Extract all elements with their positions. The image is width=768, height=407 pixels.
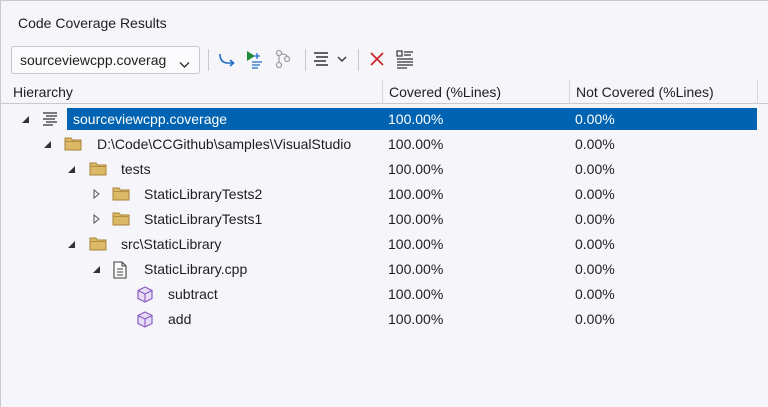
- row-not-covered-value: 0.00%: [575, 236, 615, 252]
- expanded-arrow-icon[interactable]: [66, 164, 76, 174]
- row-name: D:\Code\CCGithub\samples\VisualStudio: [97, 136, 352, 152]
- row-not-covered-value: 0.00%: [575, 186, 615, 202]
- tree-row[interactable]: add 100.00% 0.00%: [1, 307, 768, 332]
- row-covered-value: 100.00%: [388, 236, 444, 252]
- row-not-covered-value: 0.00%: [575, 111, 615, 127]
- method-icon: [137, 311, 155, 328]
- coverage-coloring-button[interactable]: [391, 46, 419, 74]
- row-not-covered-value: 0.00%: [575, 136, 615, 152]
- tree-row[interactable]: StaticLibraryTests1 100.00% 0.00%: [1, 207, 768, 232]
- row-name: src\StaticLibrary: [121, 236, 222, 252]
- folder-icon: [112, 186, 130, 202]
- folder-icon: [64, 136, 82, 152]
- tree-row[interactable]: src\StaticLibrary 100.00% 0.00%: [1, 232, 768, 257]
- expanded-arrow-icon[interactable]: [66, 239, 76, 249]
- folder-icon: [89, 236, 107, 252]
- sort-options-button[interactable]: [310, 46, 350, 74]
- coverage-file-select-value: sourceviewcpp.coverag: [20, 52, 167, 68]
- folder-icon: [89, 161, 107, 177]
- tree-row[interactable]: tests 100.00% 0.00%: [1, 157, 768, 182]
- toolbar-separator: [358, 49, 359, 71]
- row-name: subtract: [168, 286, 218, 302]
- collapsed-arrow-icon[interactable]: [91, 214, 101, 224]
- method-icon: [137, 286, 155, 303]
- row-covered-value: 100.00%: [388, 261, 444, 277]
- row-name: sourceviewcpp.coverage: [73, 111, 228, 127]
- row-name: tests: [121, 161, 151, 177]
- merge-results-button[interactable]: [269, 46, 297, 74]
- row-not-covered-value: 0.00%: [575, 211, 615, 227]
- row-covered-value: 100.00%: [388, 161, 444, 177]
- window-title: Code Coverage Results: [18, 15, 167, 31]
- toolbar-separator: [208, 49, 209, 71]
- row-not-covered-value: 0.00%: [575, 311, 615, 327]
- import-results-button[interactable]: [213, 46, 241, 74]
- toolbar: sourceviewcpp.coverag: [11, 46, 761, 74]
- sort-options-icon: [312, 50, 348, 71]
- run-tests-icon: [244, 49, 266, 72]
- expanded-arrow-icon[interactable]: [91, 264, 101, 274]
- expanded-arrow-icon[interactable]: [20, 114, 30, 124]
- row-name: StaticLibrary.cpp: [144, 261, 248, 277]
- coverage-coloring-icon: [395, 49, 415, 72]
- row-not-covered-value: 0.00%: [575, 161, 615, 177]
- collapsed-arrow-icon[interactable]: [91, 189, 101, 199]
- row-not-covered-value: 0.00%: [575, 286, 615, 302]
- document-icon: [112, 261, 130, 279]
- folder-icon: [112, 211, 130, 227]
- delete-results-icon: [369, 51, 385, 70]
- row-covered-value: 100.00%: [388, 111, 444, 127]
- row-covered-value: 100.00%: [388, 211, 444, 227]
- delete-results-button[interactable]: [363, 46, 391, 74]
- import-results-icon: [217, 50, 237, 71]
- column-header-hierarchy[interactable]: Hierarchy: [1, 80, 383, 104]
- merge-results-icon: [274, 49, 292, 72]
- tree-row[interactable]: subtract 100.00% 0.00%: [1, 282, 768, 307]
- run-tests-button[interactable]: [241, 46, 269, 74]
- chevron-down-icon: [179, 56, 190, 72]
- coverage-grid: Hierarchy Covered (%Lines) Not Covered (…: [1, 80, 768, 407]
- row-covered-value: 100.00%: [388, 186, 444, 202]
- tree-row[interactable]: D:\Code\CCGithub\samples\VisualStudio 100…: [1, 132, 768, 157]
- coverage-file-icon: [41, 111, 59, 127]
- row-name: StaticLibraryTests1: [144, 211, 263, 227]
- grid-rows: sourceviewcpp.coverage 100.00% 0.00% D:\Cod…: [1, 107, 768, 332]
- tree-row[interactable]: sourceviewcpp.coverage 100.00% 0.00%: [1, 107, 768, 132]
- column-header-not-covered[interactable]: Not Covered (%Lines): [570, 80, 758, 104]
- row-name: add: [168, 311, 192, 327]
- grid-header: Hierarchy Covered (%Lines) Not Covered (…: [1, 80, 768, 104]
- tree-row[interactable]: StaticLibraryTests2 100.00% 0.00%: [1, 182, 768, 207]
- row-covered-value: 100.00%: [388, 311, 444, 327]
- column-header-covered[interactable]: Covered (%Lines): [383, 80, 570, 104]
- tree-row[interactable]: StaticLibrary.cpp 100.00% 0.00%: [1, 257, 768, 282]
- row-covered-value: 100.00%: [388, 136, 444, 152]
- code-coverage-window: Code Coverage Results sourceviewcpp.cove…: [0, 0, 768, 407]
- toolbar-separator: [305, 49, 306, 71]
- row-name: StaticLibraryTests2: [144, 186, 263, 202]
- row-not-covered-value: 0.00%: [575, 261, 615, 277]
- expanded-arrow-icon[interactable]: [42, 139, 52, 149]
- coverage-file-select[interactable]: sourceviewcpp.coverag: [11, 46, 200, 74]
- row-covered-value: 100.00%: [388, 286, 444, 302]
